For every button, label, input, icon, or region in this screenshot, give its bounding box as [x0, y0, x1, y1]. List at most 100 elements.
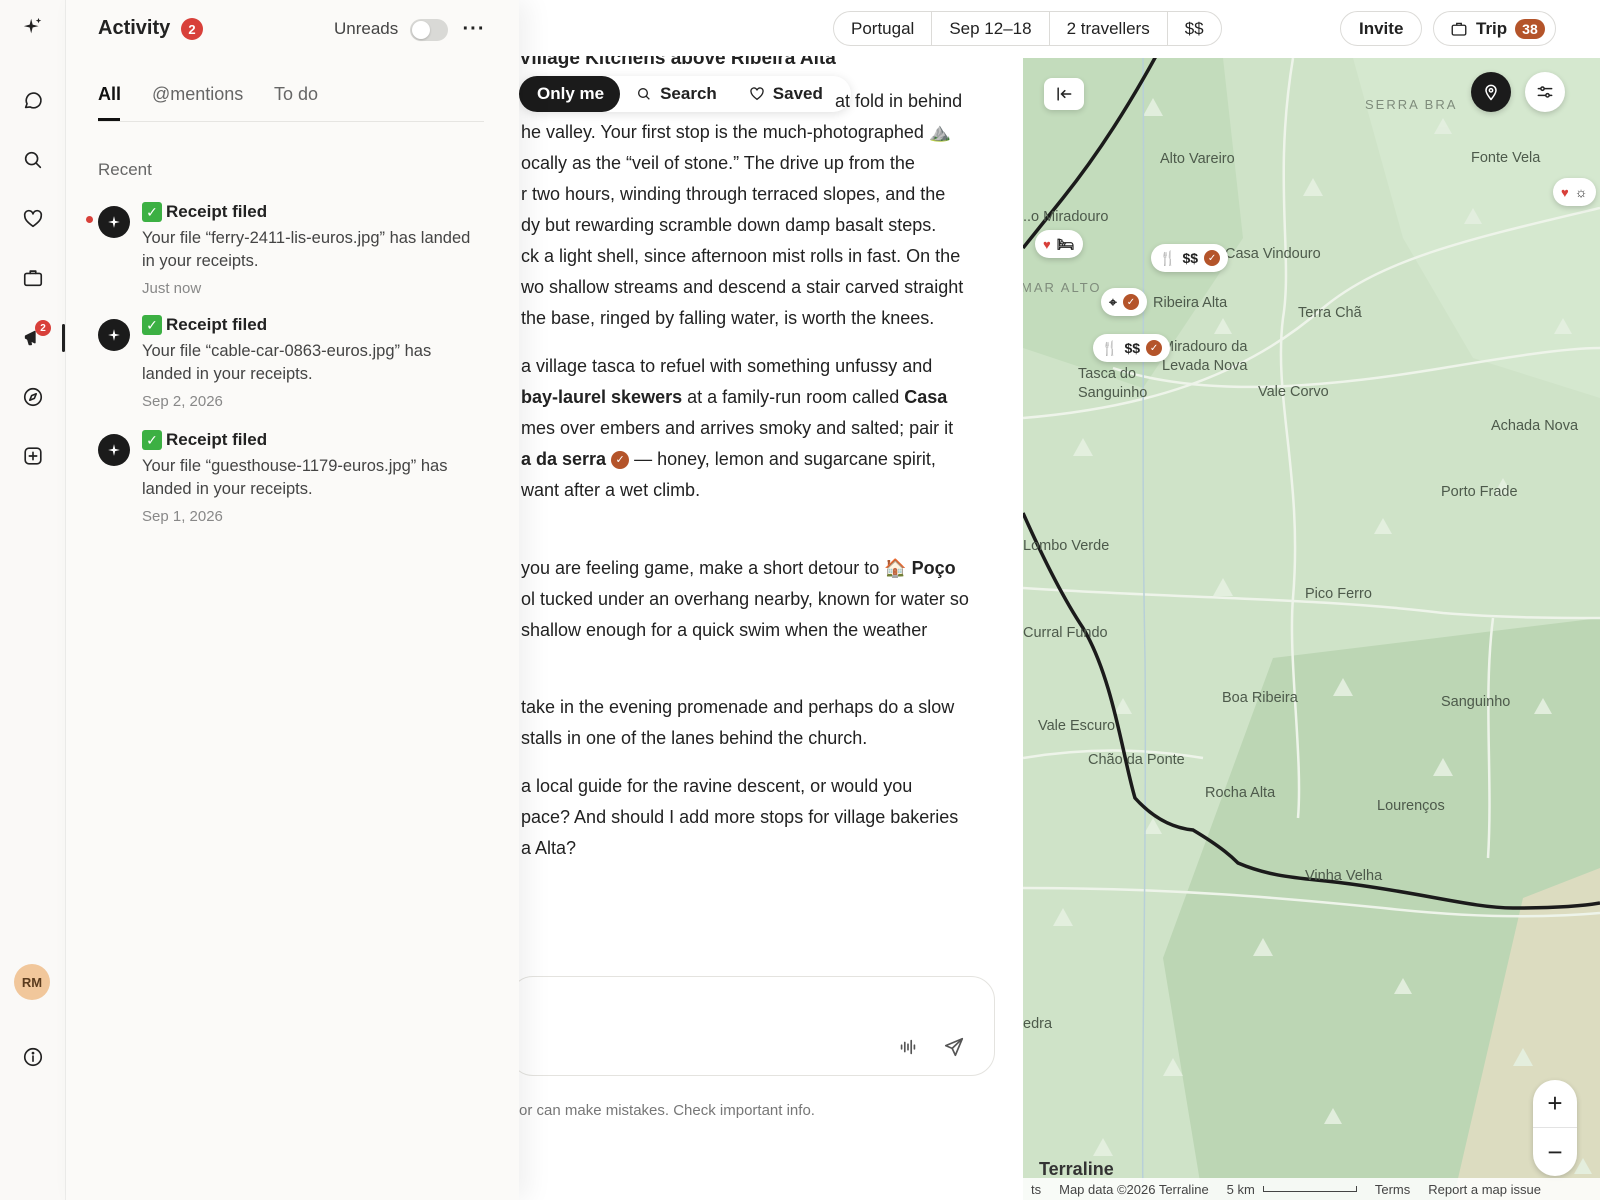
- voice-waveform-icon[interactable]: [894, 1033, 922, 1061]
- more-options-icon[interactable]: ···: [459, 14, 489, 44]
- activity-title: Activity: [98, 17, 171, 39]
- collapse-map-icon[interactable]: [1044, 78, 1084, 110]
- map-panel[interactable]: SERRA BRA MAR ALTO Alto Vareiro Fonte Ve…: [1023, 58, 1600, 1200]
- place-label: Alto Vareiro: [1160, 151, 1235, 167]
- chat-line: bay-laurel skewers at a family-run room …: [521, 387, 948, 407]
- tab-all[interactable]: All: [98, 84, 121, 105]
- zoom-controls: + −: [1533, 1080, 1577, 1176]
- verified-check-icon: ✓: [1204, 250, 1221, 266]
- activity-panel: Activity 2 Unreads ··· All @mentions To …: [66, 0, 519, 1200]
- only-me-filter[interactable]: Only me: [519, 76, 621, 112]
- new-trip-plus-icon[interactable]: [17, 440, 49, 472]
- place-label: Curral Fundo: [1023, 625, 1108, 641]
- terms-link[interactable]: Terms: [1375, 1182, 1410, 1197]
- place-label: Lourenços: [1377, 798, 1445, 814]
- chat-line: ol tucked under an overhang nearby, know…: [521, 589, 969, 609]
- search-icon: [638, 88, 650, 100]
- bold-place[interactable]: Poço: [912, 558, 956, 578]
- zoom-in-button[interactable]: +: [1533, 1080, 1577, 1128]
- map-pins-icon[interactable]: [1471, 72, 1511, 112]
- sparkle-logo-icon[interactable]: [17, 11, 49, 43]
- chat-line: mes over embers and arrives smoky and sa…: [521, 418, 954, 438]
- chat-icon[interactable]: [17, 85, 49, 117]
- travellers-chip[interactable]: 2 travellers: [1050, 12, 1168, 45]
- bed-icon: 🛏: [1056, 235, 1075, 252]
- place-label: Fonte Vela: [1471, 150, 1541, 166]
- map-filters-icon[interactable]: [1525, 72, 1565, 112]
- activity-megaphone-icon[interactable]: 2: [17, 320, 51, 354]
- user-avatar[interactable]: RM: [14, 964, 50, 1000]
- map-marker-saved-sight[interactable]: ♥ ☼: [1553, 178, 1596, 206]
- chat-line: take in the evening promenade and perhap…: [521, 697, 955, 717]
- check-icon: ✓: [142, 430, 162, 450]
- message-input[interactable]: [530, 993, 870, 1023]
- rail-active-indicator: [62, 324, 65, 352]
- recent-section-label: Recent: [98, 160, 152, 179]
- map-attribution-bar: ts Map data ©2026 Terraline 5 km Terms R…: [1023, 1178, 1600, 1200]
- chat-line: dy but rewarding scramble down damp basa…: [521, 215, 937, 235]
- place-label: Lombo Verde: [1023, 538, 1110, 554]
- suitcase-icon[interactable]: [17, 262, 49, 294]
- unreads-toggle[interactable]: [410, 19, 448, 41]
- bold-venue[interactable]: Casa: [904, 387, 947, 407]
- map-terrain: [1023, 58, 1600, 1200]
- chat-line: a village tasca to refuel with something…: [521, 356, 933, 376]
- activity-tabs: All @mentions To do: [98, 82, 484, 122]
- place-label: Ribeira Alta: [1153, 295, 1228, 311]
- fork-knife-icon: 🍴: [1101, 339, 1119, 356]
- map-marker-restaurant[interactable]: 🍴 $$ ✓: [1093, 334, 1171, 362]
- report-map-issue-link[interactable]: Report a map issue: [1428, 1182, 1541, 1197]
- map-marker-saved-stay[interactable]: ♥ 🛏: [1035, 230, 1083, 258]
- search-filter[interactable]: Search: [620, 76, 733, 112]
- map-data-credit: Map data ©2026 Terraline: [1059, 1181, 1209, 1197]
- heart-icon[interactable]: [17, 203, 49, 235]
- activity-item-body: Your file “ferry-2411-lis-euros.jpg” has…: [142, 229, 471, 270]
- place-label: Vinha Velha: [1305, 868, 1383, 884]
- invite-button[interactable]: Invite: [1340, 11, 1423, 46]
- check-icon: ✓: [142, 315, 162, 335]
- destination-chip[interactable]: Portugal: [834, 12, 933, 45]
- chat-line: at fold in behind: [835, 91, 963, 111]
- map-scale: 5 km: [1227, 1182, 1357, 1197]
- activity-item-body: Your file “cable-car-0863-euros.jpg” has…: [142, 342, 432, 383]
- place-label: ..o Miradouro: [1023, 209, 1109, 225]
- map-marker-restaurant[interactable]: 🍴 $$ ✓: [1151, 244, 1229, 272]
- activity-count-badge: 2: [181, 18, 203, 40]
- pin-icon: ⌖: [1109, 293, 1117, 310]
- chat-line: a da serra ✓ — honey, lemon and sugarcan…: [521, 449, 936, 470]
- dates-chip[interactable]: Sep 12–18: [932, 12, 1050, 45]
- activity-item-title: Receipt filed: [166, 315, 268, 334]
- place-label: Casa Vindouro: [1225, 246, 1321, 262]
- unreads-label: Unreads: [334, 19, 399, 38]
- compass-icon[interactable]: [17, 381, 49, 413]
- fork-knife-icon: 🍴: [1159, 249, 1177, 266]
- tab-mentions[interactable]: @mentions: [152, 84, 243, 105]
- chat-section-heading: Village Kitchens above Ribeira Alta: [519, 56, 836, 69]
- search-icon[interactable]: [17, 144, 49, 176]
- activity-rail-badge: 2: [35, 320, 51, 336]
- chat-line: the base, ringed by falling water, is wo…: [521, 308, 935, 328]
- place-label: Miradouro da Levada Nova: [1162, 339, 1248, 374]
- activity-item-time: Sep 1, 2026: [142, 508, 223, 525]
- sparkle-icon: [98, 206, 130, 238]
- place-label: Vale Escuro: [1038, 718, 1116, 734]
- map-marker-place[interactable]: ⌖ ✓: [1101, 288, 1147, 316]
- budget-chip[interactable]: $$: [1168, 12, 1221, 45]
- chat-line: he valley. Your first stop is the much-p…: [521, 122, 952, 142]
- saved-filter[interactable]: Saved: [733, 76, 839, 112]
- place-label: Sanguinho: [1441, 694, 1511, 710]
- activity-item-title: Receipt filed: [166, 202, 268, 221]
- send-icon[interactable]: [940, 1033, 968, 1061]
- disclaimer-text: or can make mistakes. Check important in…: [519, 1102, 815, 1119]
- info-icon[interactable]: [17, 1041, 49, 1073]
- tab-to-do[interactable]: To do: [274, 84, 318, 105]
- chat-line: r two hours, winding through terraced sl…: [521, 184, 946, 204]
- chat-filter-bar: Only me Search Saved: [519, 76, 851, 112]
- trip-button[interactable]: Trip 38: [1433, 11, 1556, 46]
- zoom-out-button[interactable]: −: [1533, 1128, 1577, 1176]
- bold-drink[interactable]: a da serra: [521, 449, 606, 469]
- place-label: Pico Ferro: [1305, 586, 1372, 602]
- suitcase-icon: [1451, 22, 1467, 36]
- place-label: edra: [1023, 1016, 1053, 1032]
- place-label: Boa Ribeira: [1222, 690, 1298, 706]
